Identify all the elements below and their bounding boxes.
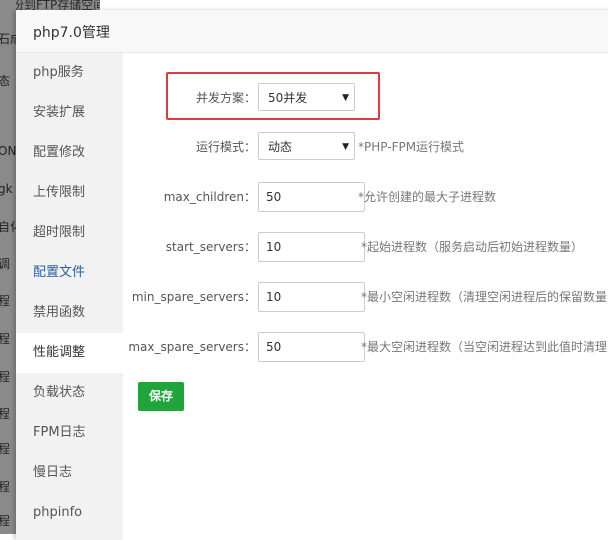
background-fragment: 程 <box>0 480 11 494</box>
sidebar-item-load-status[interactable]: 负载状态 <box>16 373 123 413</box>
concurrency-select[interactable]: 50并发 ▼ <box>258 83 355 111</box>
concurrency-value: 50并发 <box>268 91 308 105</box>
dropdown-arrow-icon: ▼ <box>342 142 349 152</box>
sidebar-item-config-file[interactable]: 配置文件 <box>16 253 123 293</box>
sidebar-item-timeout-limit[interactable]: 超时限制 <box>16 213 123 253</box>
run-mode-row: 运行模式： 动态 ▼ *PHP-FPM运行模式 <box>123 132 608 162</box>
background-fragment: 石成 <box>0 32 16 46</box>
background-fragment: 程 <box>0 514 11 528</box>
sidebar-item-performance-tuning[interactable]: 性能调整 <box>16 333 123 373</box>
run-mode-select[interactable]: 动态 ▼ <box>258 132 355 160</box>
sidebar-item-fpm-log[interactable]: FPM日志 <box>16 413 123 453</box>
max-children-input[interactable]: 50 <box>258 182 365 212</box>
max-children-row: max_children： 50 *允许创建的最大子进程数 <box>123 182 608 212</box>
sidebar-item-slow-log[interactable]: 慢日志 <box>16 453 123 493</box>
background-fragment: 态 <box>0 74 11 88</box>
background-fragment: 程 <box>0 407 11 421</box>
start-servers-input[interactable]: 10 <box>258 232 365 262</box>
max-spare-servers-input[interactable]: 50 <box>258 332 365 362</box>
min-spare-servers-label: min_spare_servers： <box>131 290 256 304</box>
dialog-titlebar[interactable]: php7.0管理 <box>16 10 608 53</box>
background-fragment: ON <box>0 144 16 158</box>
background-page-left: 石成 态 ON gk 自化 调 程 程 程 程 程 程 程 <box>0 0 16 534</box>
start-servers-label: start_servers： <box>165 240 256 254</box>
background-fragment: 程 <box>0 294 11 308</box>
background-fragment: gk <box>0 182 13 196</box>
max-children-label: max_children： <box>163 190 256 204</box>
background-fragment: 程 <box>0 442 11 456</box>
sidebar-item-disabled-functions[interactable]: 禁用函数 <box>16 293 123 333</box>
concurrency-row: 并发方案： 50并发 ▼ <box>123 83 608 113</box>
max-children-hint: *允许创建的最大子进程数 <box>358 190 497 204</box>
background-fragment: 程 <box>0 370 11 384</box>
max-spare-servers-label: max_spare_servers： <box>128 340 256 354</box>
save-button[interactable]: 保存 <box>138 382 184 411</box>
min-spare-servers-input[interactable]: 10 <box>258 282 365 312</box>
background-fragment: 自化 <box>0 220 16 234</box>
min-spare-servers-row: min_spare_servers： 10 *最小空闲进程数（清理空闲进程后的保… <box>123 282 608 312</box>
dialog-title: php7.0管理 <box>33 25 110 41</box>
run-mode-label: 运行模式： <box>195 140 256 154</box>
sidebar-item-php-service[interactable]: php服务 <box>16 53 123 93</box>
background-fragment: 调 <box>0 257 11 271</box>
settings-sidebar: php服务 安装扩展 配置修改 上传限制 超时限制 配置文件 禁用函数 性能调整… <box>16 53 123 540</box>
php-manager-dialog: php7.0管理 php服务 安装扩展 配置修改 上传限制 超时限制 配置文件 … <box>16 10 608 540</box>
start-servers-hint: *起始进程数（服务启动后初始进程数量） <box>361 240 584 254</box>
sidebar-item-upload-limit[interactable]: 上传限制 <box>16 173 123 213</box>
concurrency-label: 并发方案： <box>195 91 256 105</box>
max-spare-servers-hint: *最大空闲进程数（当空闲进程达到此值时清理 <box>361 340 608 354</box>
sidebar-item-phpinfo[interactable]: phpinfo <box>16 493 123 533</box>
start-servers-row: start_servers： 10 *起始进程数（服务启动后初始进程数量） <box>123 232 608 262</box>
dropdown-arrow-icon: ▼ <box>342 93 349 103</box>
sidebar-item-config-edit[interactable]: 配置修改 <box>16 133 123 173</box>
sidebar-item-install-extensions[interactable]: 安装扩展 <box>16 93 123 133</box>
run-mode-value: 动态 <box>268 140 293 154</box>
min-spare-servers-hint: *最小空闲进程数（清理空闲进程后的保留数量 <box>361 290 608 304</box>
background-fragment: 程 <box>0 332 11 346</box>
max-spare-servers-row: max_spare_servers： 50 *最大空闲进程数（当空闲进程达到此值… <box>123 332 608 362</box>
run-mode-hint: *PHP-FPM运行模式 <box>358 140 465 154</box>
